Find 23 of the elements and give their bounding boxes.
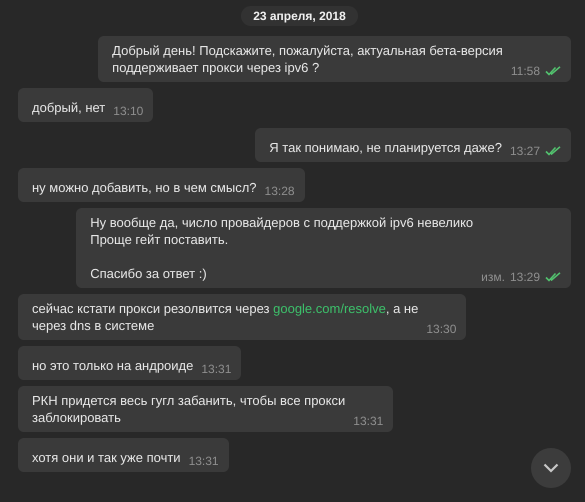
- edited-label: изм.: [481, 270, 505, 284]
- message-link[interactable]: google.com/resolve: [273, 301, 386, 316]
- message-text: Добрый день! Подскажите, пожалуйста, актуальная бета-версия поддерживает прокси через ipv6 ?: [112, 42, 503, 77]
- date-badge: 23 апреля, 2018: [241, 6, 358, 26]
- message-time: 13:28: [264, 184, 295, 198]
- message-time: 13:31: [188, 454, 219, 468]
- message-text: добрый, нет: [32, 99, 106, 117]
- message-text: хотя они и так уже почти: [32, 449, 181, 467]
- message-time: 13:10: [113, 104, 144, 118]
- message-time: 11:58: [510, 64, 540, 78]
- message-text: Я так понимаю, не планируется даже?: [269, 139, 502, 157]
- message-time: 13:27: [510, 144, 540, 158]
- message-text: но это только на андроиде: [32, 357, 194, 375]
- message-time: 13:31: [353, 414, 384, 428]
- message-text: Ну вообще да, число провайдеров с поддержкой ipv6 невелико Проще гейт поставить. Спасибо за ответ :): [90, 214, 474, 283]
- message-text: РКН придется весь гугл забанить, чтобы все прокси заблокировать: [32, 392, 346, 427]
- scroll-down-button[interactable]: [531, 448, 571, 488]
- message-text: сейчас кстати прокси резолвится через google.com/resolve, а не через dns в системе: [32, 300, 418, 335]
- message-text: ну можно добавить, но в чем смысл?: [32, 179, 257, 197]
- message-time: 13:31: [201, 362, 232, 376]
- message-time: 13:29: [510, 270, 540, 284]
- message-time: 13:30: [426, 322, 456, 336]
- chevron-down-icon: [543, 463, 559, 473]
